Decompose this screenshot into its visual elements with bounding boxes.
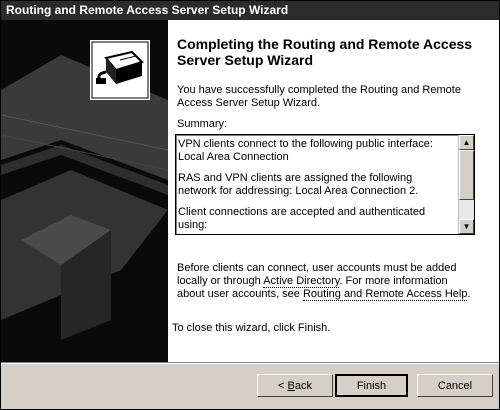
summary-text: VPN clients connect to the following pub…: [178, 138, 452, 234]
finish-button[interactable]: Finish: [335, 374, 408, 397]
wizard-content: Completing the Routing and Remote Access…: [168, 20, 499, 362]
button-divider: [1, 362, 499, 364]
summary-label: Summary:: [177, 118, 228, 130]
back-arrow-icon: <: [278, 379, 285, 392]
back-label: ack: [294, 379, 312, 392]
intro-text: You have successfully completed the Rout…: [177, 84, 461, 109]
summary-line: VPN clients connect to the following pub…: [178, 138, 433, 163]
network-connection-icon: [90, 40, 150, 100]
summary-textbox[interactable]: VPN clients connect to the following pub…: [175, 134, 475, 235]
scroll-thumb[interactable]: [459, 150, 474, 200]
active-directory-link[interactable]: Active Directory: [263, 275, 340, 288]
summary-scrollbar[interactable]: ▲ ▼: [458, 135, 474, 234]
info-text: .: [467, 288, 471, 300]
window-title: Routing and Remote Access Server Setup W…: [6, 3, 289, 17]
user-accounts-info: Before clients can connect, user account…: [177, 262, 477, 301]
cancel-button[interactable]: Cancel: [417, 374, 493, 397]
scroll-up-arrow-icon[interactable]: ▲: [459, 135, 474, 150]
page-title: Completing the Routing and Remote Access…: [177, 36, 473, 68]
scroll-down-arrow-icon[interactable]: ▼: [459, 219, 474, 234]
back-mnemonic: B: [287, 379, 295, 392]
closing-instruction: To close this wizard, click Finish.: [172, 322, 331, 334]
wizard-window: Routing and Remote Access Server Setup W…: [0, 0, 500, 410]
rras-help-link[interactable]: Routing and Remote Access Help: [302, 288, 468, 301]
back-button[interactable]: < Back: [257, 374, 333, 397]
summary-line: RAS and VPN clients are assigned the fol…: [178, 172, 419, 197]
summary-line: Client connections are accepted and auth…: [178, 206, 426, 231]
wizard-side-banner: [1, 20, 168, 362]
title-bar[interactable]: Routing and Remote Access Server Setup W…: [1, 1, 499, 20]
